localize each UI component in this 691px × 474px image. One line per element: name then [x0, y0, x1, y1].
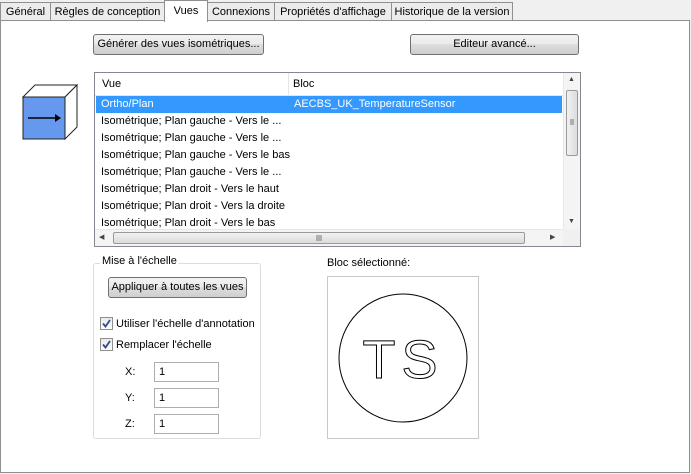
tab-design-rules[interactable]: Règles de conception	[50, 2, 165, 20]
use-annotation-scale-checkbox[interactable]	[100, 317, 113, 330]
list-row[interactable]: Isométrique; Plan gauche - Vers le bas	[96, 147, 562, 164]
advanced-editor-button[interactable]: Editeur avancé...	[410, 34, 579, 55]
z-scale-input[interactable]: 1	[154, 414, 219, 434]
x-scale-input[interactable]: 1	[154, 362, 219, 382]
block-symbol-text: TS	[362, 330, 443, 390]
override-scale-checkbox[interactable]	[100, 338, 113, 351]
selected-block-title: Bloc sélectionné:	[327, 257, 411, 269]
list-row[interactable]: Isométrique; Plan gauche - Vers le ...	[96, 164, 562, 181]
y-scale-input[interactable]: 1	[154, 388, 219, 408]
y-scale-label: Y:	[125, 392, 135, 404]
scroll-down-icon[interactable]: ▼	[568, 218, 575, 225]
list-header: Vue Bloc	[95, 73, 563, 96]
list-row[interactable]: Isométrique; Plan droit - Vers la droite	[96, 198, 562, 215]
list-row[interactable]: Isométrique; Plan droit - Vers le haut	[96, 181, 562, 198]
list-row[interactable]: Isométrique; Plan gauche - Vers le ...	[96, 130, 562, 147]
tab-display-properties[interactable]: Propriétés d'affichage	[274, 2, 392, 20]
selected-block-preview: TS	[327, 276, 479, 439]
scroll-left-icon[interactable]: ◀	[99, 233, 104, 241]
tab-general[interactable]: Général	[0, 2, 51, 20]
apply-to-all-views-button[interactable]: Appliquer à toutes les vues	[108, 277, 247, 298]
scroll-right-icon[interactable]: ▶	[550, 233, 555, 241]
list-row[interactable]: Isométrique; Plan gauche - Vers le ...	[96, 113, 562, 130]
override-scale-label[interactable]: Remplacer l'échelle	[116, 339, 212, 351]
tab-version-history[interactable]: Historique de la version	[391, 2, 513, 20]
scale-group-title: Mise à l'échelle	[100, 255, 179, 267]
column-divider[interactable]	[288, 73, 289, 95]
check-icon	[102, 319, 111, 328]
tab-connections[interactable]: Connexions	[207, 2, 275, 20]
view-cube-icon	[21, 83, 79, 141]
horizontal-scrollbar[interactable]: ◀ ▶	[95, 229, 563, 246]
tab-bar: Général Règles de conception Vues Connex…	[0, 0, 691, 22]
list-row[interactable]: Ortho/Plan AECBS_UK_TemperatureSensor	[96, 96, 562, 113]
view-list[interactable]: Vue Bloc Ortho/Plan AECBS_UK_TemperatureS…	[94, 72, 581, 247]
scroll-up-icon[interactable]: ▲	[568, 76, 575, 83]
horizontal-scroll-thumb[interactable]	[113, 232, 525, 244]
vertical-scrollbar[interactable]: ▲ ▼	[563, 73, 580, 229]
column-header-bloc[interactable]: Bloc	[293, 78, 314, 90]
check-icon	[102, 340, 111, 349]
scrollbar-corner	[563, 229, 580, 246]
vertical-scroll-thumb[interactable]	[566, 90, 578, 156]
column-header-vue[interactable]: Vue	[102, 78, 121, 90]
tab-views[interactable]: Vues	[164, 0, 208, 22]
use-annotation-scale-label[interactable]: Utiliser l'échelle d'annotation	[116, 318, 255, 330]
generate-isometric-views-button[interactable]: Générer des vues isométriques...	[93, 34, 264, 55]
z-scale-label: Z:	[125, 418, 135, 430]
x-scale-label: X:	[125, 366, 136, 378]
